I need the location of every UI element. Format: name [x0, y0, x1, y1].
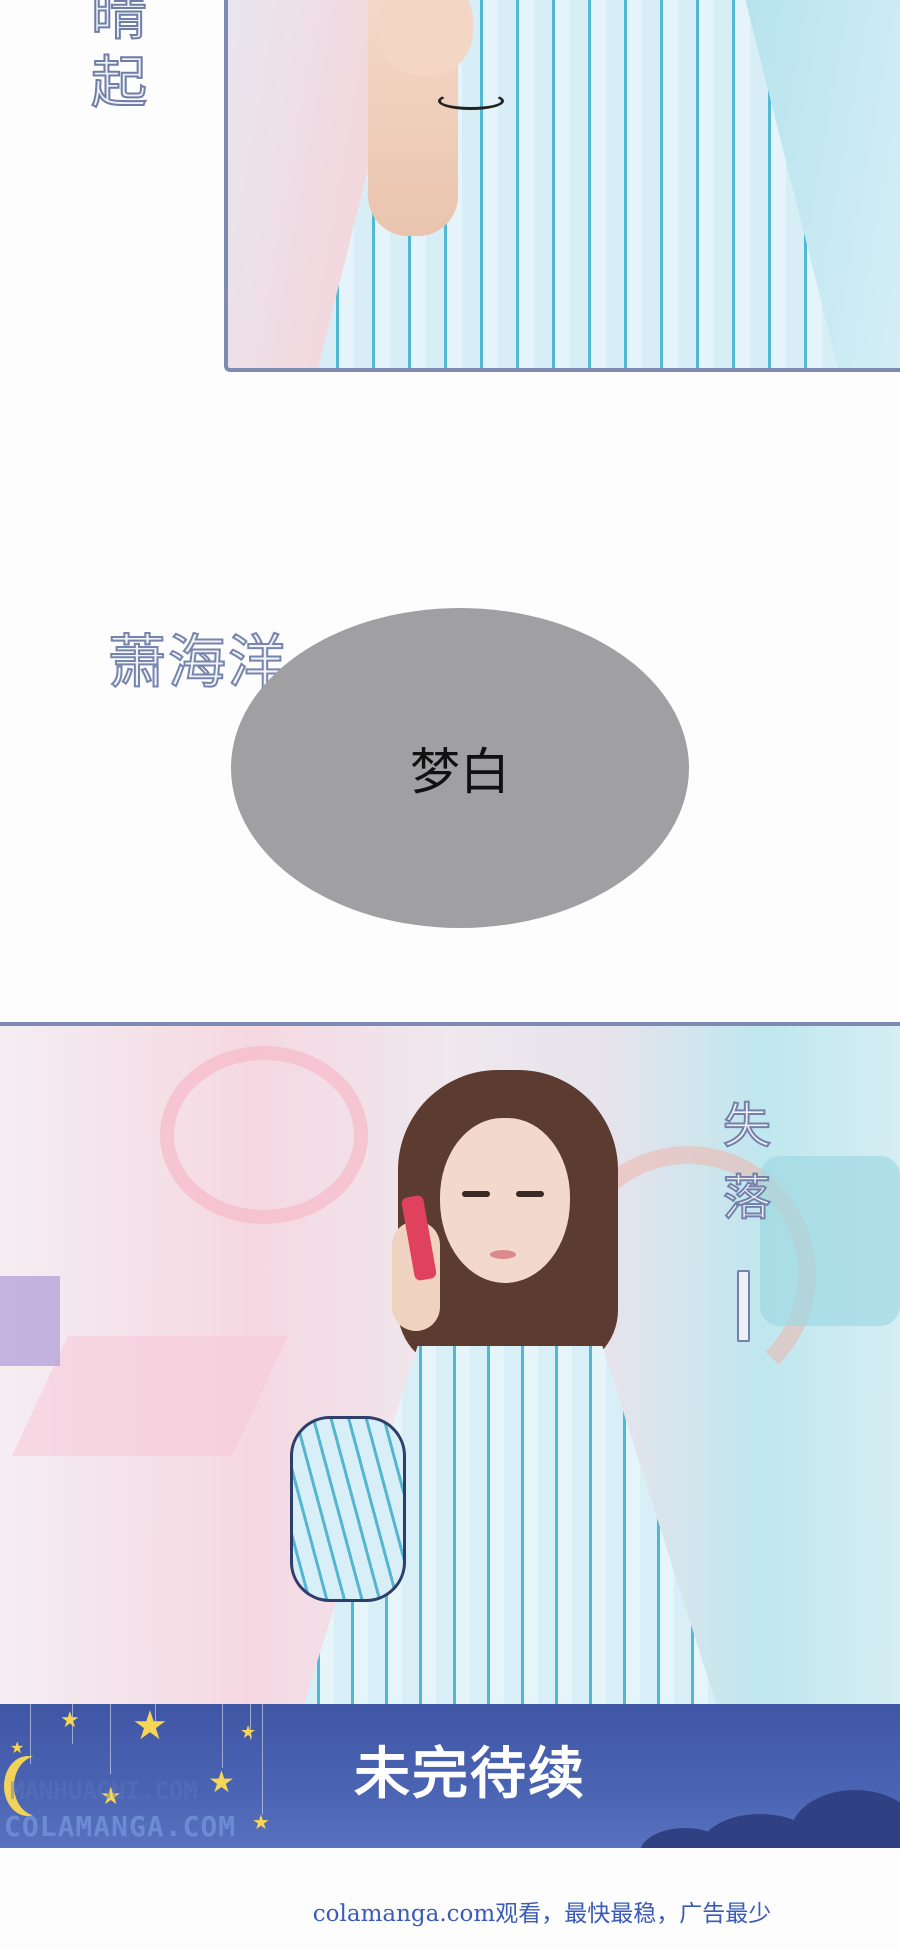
star-icon: ★ [60, 1708, 80, 1733]
girl-left-eye [462, 1191, 490, 1197]
footer-site-link[interactable]: colamanga.com观看，最快最稳，广告最少 [262, 1896, 822, 1932]
to-be-continued-banner: ★ ★ ★ ★ ★ ★ ★ MANHUAGUI.COM COLAMANGA.CO… [0, 1704, 900, 1848]
background-purple-shape [0, 1276, 60, 1366]
speech-bubble: 梦白 [231, 608, 689, 928]
bottom-vertical-caption: 失 落 [712, 1090, 782, 1234]
star-icon: ★ [10, 1738, 25, 1757]
girl-sleeve-illustration [290, 1416, 406, 1602]
watermark-text: COLAMANGA.COM [4, 1810, 237, 1843]
banner-title: 未完待续 [354, 1742, 586, 1807]
hanging-string [222, 1704, 223, 1768]
background-circle-shape [160, 1046, 368, 1224]
top-photo-panel [224, 0, 900, 372]
hanging-string [110, 1704, 111, 1774]
girl-right-eye [516, 1191, 544, 1197]
hanging-string [30, 1704, 31, 1764]
top-caption-char-1: 晴 [90, 0, 148, 49]
speech-bubble-text: 梦白 [410, 743, 510, 801]
star-icon: ★ [240, 1722, 257, 1743]
comic-page: 晴 起 萧海洋 梦白 失 落 ★ ★ ★ ★ ★ ★ ★ MANHUAGUI.C… [0, 0, 900, 1950]
cloud-shape [790, 1790, 900, 1848]
bracelet-illustration [438, 92, 504, 110]
top-caption-char-2: 起 [90, 50, 148, 117]
bottom-caption-char-2: 落 [722, 1169, 772, 1227]
star-icon: ★ [132, 1704, 168, 1749]
caption-dash-mark [737, 1270, 750, 1342]
top-vertical-caption: 晴 起 [76, 0, 162, 118]
girl-lips [490, 1250, 516, 1259]
bottom-caption-char-1: 失 [722, 1097, 772, 1155]
watermark-ghost-text: MANHUAGUI.COM [10, 1777, 198, 1805]
